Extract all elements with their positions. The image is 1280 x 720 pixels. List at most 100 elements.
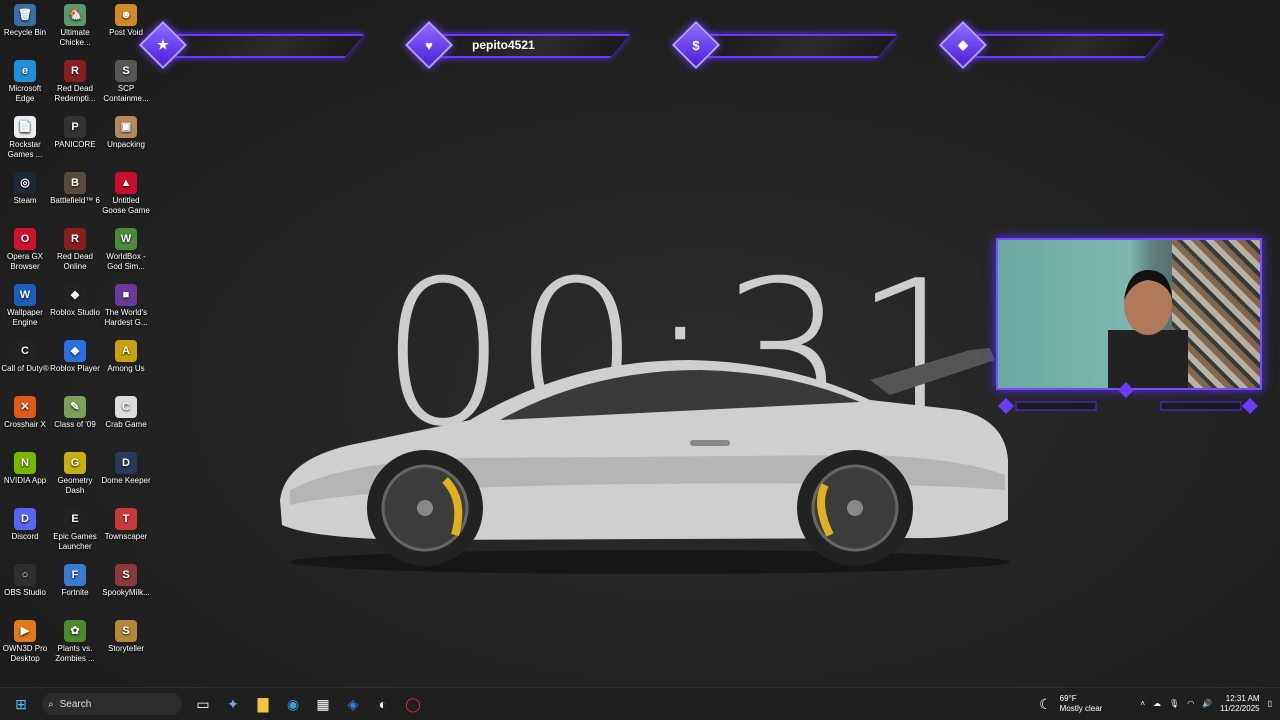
desktop-icon[interactable]: ▲ Untitled Goose Game bbox=[101, 172, 151, 216]
app-icon: ▲ bbox=[115, 172, 137, 194]
desktop-icon[interactable]: C Crab Game bbox=[101, 396, 151, 430]
task-view-icon[interactable]: ▭ bbox=[190, 691, 216, 717]
desktop-icon[interactable]: E Epic Games Launcher bbox=[50, 508, 100, 552]
app-icon: R bbox=[64, 228, 86, 250]
desktop-icon-label: Roblox Studio bbox=[50, 308, 100, 317]
streamer-person bbox=[1108, 270, 1188, 388]
desktop-icon[interactable]: W WorldBox - God Sim... bbox=[101, 228, 151, 272]
desktop-icon-label: Plants vs. Zombies ... bbox=[55, 644, 95, 663]
app-icon: D bbox=[14, 508, 36, 530]
desktop-icon[interactable]: ▶ OWN3D Pro Desktop bbox=[0, 620, 50, 664]
desktop-icon[interactable]: ○ OBS Studio bbox=[0, 564, 50, 598]
desktop-icon[interactable]: 🗑 Recycle Bin bbox=[0, 4, 50, 38]
desktop-icon[interactable]: D Discord bbox=[0, 508, 50, 542]
wifi-icon[interactable]: ◠ bbox=[1187, 699, 1194, 709]
dropbox-icon[interactable]: ◈ bbox=[340, 691, 366, 717]
app-icon: R bbox=[64, 60, 86, 82]
desktop-icon-label: Rockstar Games ... bbox=[7, 140, 43, 159]
overlay-bar: ★ bbox=[138, 20, 365, 70]
store-icon[interactable]: ▦ bbox=[310, 691, 336, 717]
overlay-icon: ★ bbox=[157, 37, 169, 52]
webcam-feed bbox=[996, 238, 1262, 390]
desktop-icon[interactable]: ✎ Class of '09 bbox=[50, 396, 100, 430]
desktop-icon[interactable]: ◆ Roblox Player bbox=[50, 340, 100, 374]
desktop-icon-label: Storyteller bbox=[107, 644, 144, 653]
start-button[interactable]: ⊞ bbox=[8, 691, 34, 717]
desktop-icon[interactable]: O Opera GX Browser bbox=[0, 228, 50, 272]
desktop-icon[interactable]: 🐔 Ultimate Chicke... bbox=[50, 4, 100, 48]
volume-icon[interactable]: 🔊 bbox=[1202, 699, 1212, 709]
desktop-icon-label: Wallpaper Engine bbox=[7, 308, 43, 327]
microphone-icon[interactable]: 🎙 bbox=[1169, 699, 1179, 709]
weather-widget[interactable]: ☾ 69°F Mostly clear bbox=[1039, 694, 1106, 714]
desktop-icon[interactable]: e Microsoft Edge bbox=[0, 60, 50, 104]
overlay-bar: ♥ pepito4521 bbox=[404, 20, 631, 70]
desktop-icon[interactable]: P PANICORE bbox=[50, 116, 100, 150]
desktop-icon-label: PANICORE bbox=[54, 140, 96, 149]
app-icon: B bbox=[64, 172, 86, 194]
app-icon: ✿ bbox=[64, 620, 86, 642]
desktop-icon[interactable]: S Storyteller bbox=[101, 620, 151, 654]
app-icon: F bbox=[64, 564, 86, 586]
app-icon: ○ bbox=[14, 564, 36, 586]
desktop-icon[interactable]: D Dome Keeper bbox=[101, 452, 151, 486]
desktop-icon[interactable]: ☻ Post Void bbox=[101, 4, 151, 38]
app-icon: T bbox=[115, 508, 137, 530]
app-icon: D bbox=[115, 452, 137, 474]
chevron-up-icon[interactable]: ˄ bbox=[1140, 699, 1145, 709]
opera-gx-taskbar-icon[interactable]: ◯ bbox=[400, 691, 426, 717]
app-icon: ✎ bbox=[64, 396, 86, 418]
desktop-icon-label: OWN3D Pro Desktop bbox=[2, 644, 48, 663]
desktop-icon-label: Roblox Player bbox=[50, 364, 100, 373]
desktop-icon-label: NVIDIA App bbox=[3, 476, 47, 485]
clock-date: 11/22/2025 bbox=[1220, 704, 1260, 713]
desktop-icon[interactable]: B Battlefield™ 6 bbox=[50, 172, 100, 206]
desktop-icon[interactable]: F Fortnite bbox=[50, 564, 100, 598]
desktop-icon[interactable]: ◆ Roblox Studio bbox=[50, 284, 100, 318]
app-icon: ✕ bbox=[14, 396, 36, 418]
app-icon: N bbox=[14, 452, 36, 474]
edge-taskbar-icon[interactable]: ◉ bbox=[280, 691, 306, 717]
obs-taskbar-icon[interactable]: ◐ bbox=[370, 691, 396, 717]
copilot-icon[interactable]: ✦ bbox=[220, 691, 246, 717]
desktop-icon[interactable]: ✿ Plants vs. Zombies ... bbox=[50, 620, 100, 664]
taskbar: ⊞ ⌕ Search ▭ ✦ ▇ ◉ ▦ ◈ ◐ ◯ ☾ 69°F Mostly… bbox=[0, 687, 1280, 720]
desktop-icon[interactable]: ▣ Unpacking bbox=[101, 116, 151, 150]
app-icon: e bbox=[14, 60, 36, 82]
desktop-icon-label: Crab Game bbox=[105, 420, 147, 429]
onedrive-icon[interactable]: ☁ bbox=[1153, 699, 1161, 709]
desktop-icon-label: Battlefield™ 6 bbox=[50, 196, 100, 205]
desktop-icon[interactable]: ■ The World's Hardest G... bbox=[101, 284, 151, 328]
app-icon: C bbox=[115, 396, 137, 418]
webcam-frame-decoration bbox=[998, 382, 1258, 414]
desktop-icon[interactable]: R Red Dead Online bbox=[50, 228, 100, 272]
desktop-icon[interactable]: ✕ Crosshair X bbox=[0, 396, 50, 430]
weather-desc: Mostly clear bbox=[1059, 704, 1103, 713]
desktop-icon[interactable]: A Among Us bbox=[101, 340, 151, 374]
file-explorer-icon[interactable]: ▇ bbox=[250, 691, 276, 717]
desktop-icon-label: Microsoft Edge bbox=[8, 84, 42, 103]
app-icon: ☻ bbox=[115, 4, 137, 26]
desktop-icon[interactable]: G Geometry Dash bbox=[50, 452, 100, 496]
app-icon: 🗑 bbox=[14, 4, 36, 26]
desktop-icon-label: Townscaper bbox=[104, 532, 148, 541]
desktop-icon-label: Discord bbox=[11, 532, 39, 541]
desktop-icon[interactable]: W Wallpaper Engine bbox=[0, 284, 50, 328]
desktop-icon-label: Ultimate Chicke... bbox=[59, 28, 91, 47]
system-tray: ☾ 69°F Mostly clear ˄ ☁ 🎙 ◠ 🔊 12:31 AM 1… bbox=[1039, 688, 1280, 720]
taskbar-search[interactable]: ⌕ Search bbox=[42, 693, 182, 715]
clock[interactable]: 12:31 AM 11/22/2025 bbox=[1220, 694, 1259, 714]
desktop-icon[interactable]: ◎ Steam bbox=[0, 172, 50, 206]
notification-icon[interactable]: ▯ bbox=[1268, 699, 1272, 709]
desktop-icon[interactable]: C Call of Duty® bbox=[0, 340, 50, 374]
desktop-icon[interactable]: T Townscaper bbox=[101, 508, 151, 542]
desktop-icon[interactable]: R Red Dead Redempti... bbox=[50, 60, 100, 104]
desktop-icon[interactable]: 📄 Rockstar Games ... bbox=[0, 116, 50, 160]
desktop-icon[interactable]: N NVIDIA App bbox=[0, 452, 50, 486]
app-icon: ◎ bbox=[14, 172, 36, 194]
desktop-icon-label: Crosshair X bbox=[4, 420, 46, 429]
app-icon: ◆ bbox=[64, 340, 86, 362]
desktop-icon-label: Steam bbox=[13, 196, 37, 205]
desktop-icon[interactable]: S SpookyMilk... bbox=[101, 564, 151, 598]
desktop-icon[interactable]: S SCP Containme... bbox=[101, 60, 151, 104]
